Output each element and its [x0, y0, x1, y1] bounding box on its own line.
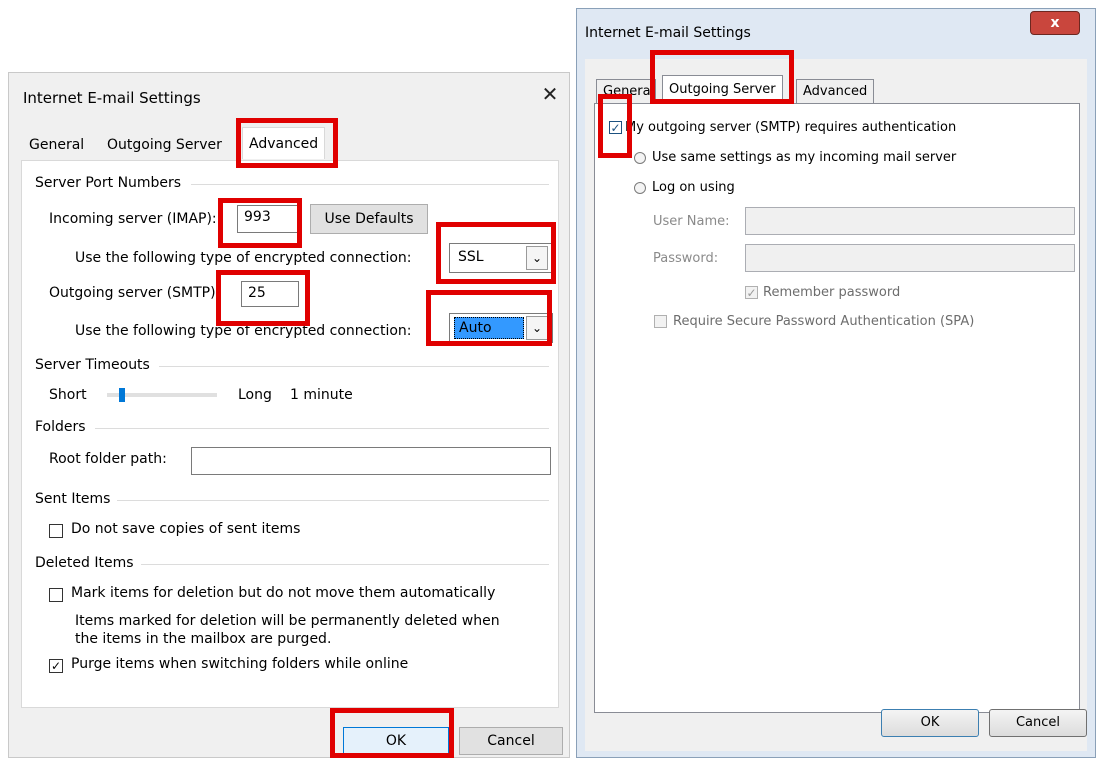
- use-same-settings-label: Use same settings as my incoming mail se…: [652, 150, 957, 165]
- password-label: Password:: [653, 251, 719, 266]
- purge-items-checkbox[interactable]: ✓: [49, 659, 63, 673]
- cancel-button[interactable]: Cancel: [989, 709, 1087, 737]
- sent-items-label: Sent Items: [35, 491, 111, 507]
- deleted-items-label: Deleted Items: [35, 555, 134, 571]
- right-settings-dialog: Internet E-mail Settings x General Outgo…: [576, 8, 1096, 758]
- highlight-outgoing-server-tab: [650, 50, 794, 104]
- log-on-using-label: Log on using: [652, 180, 735, 195]
- tab-general[interactable]: General: [23, 131, 90, 159]
- checkmark-icon: ✓: [50, 659, 62, 673]
- highlight-incoming-port: [218, 198, 302, 248]
- highlight-advanced-tab: [236, 118, 338, 168]
- deletion-note-line2: the items in the mailbox are purged.: [75, 631, 332, 647]
- close-icon[interactable]: ✕: [537, 81, 563, 107]
- remember-password-label: Remember password: [763, 285, 901, 300]
- incoming-encryption-label: Use the following type of encrypted conn…: [75, 250, 412, 266]
- password-input[interactable]: [745, 244, 1075, 272]
- spa-label: Require Secure Password Authentication (…: [673, 314, 975, 329]
- incoming-server-label: Incoming server (IMAP):: [49, 211, 217, 227]
- highlight-requires-auth-checkbox: [598, 94, 632, 158]
- remember-password-checkbox[interactable]: ✓: [745, 286, 758, 299]
- timeout-short-label: Short: [49, 387, 87, 403]
- tab-advanced[interactable]: Advanced: [796, 79, 875, 103]
- group-divider: [191, 184, 549, 185]
- username-label: User Name:: [653, 214, 730, 229]
- group-divider: [159, 366, 549, 367]
- timeout-value: 1 minute: [290, 387, 353, 403]
- highlight-incoming-encryption: [436, 222, 556, 284]
- highlight-outgoing-encryption: [426, 290, 552, 346]
- spa-checkbox[interactable]: [654, 315, 667, 328]
- dialog-title: Internet E-mail Settings: [585, 25, 751, 41]
- server-port-numbers-label: Server Port Numbers: [35, 175, 182, 191]
- highlight-ok-button: [330, 708, 454, 758]
- log-on-using-radio[interactable]: [634, 182, 646, 194]
- group-divider: [95, 428, 549, 429]
- deletion-note-line1: Items marked for deletion will be perman…: [75, 613, 500, 629]
- tab-outgoing-server[interactable]: Outgoing Server: [101, 131, 228, 159]
- outgoing-server-label: Outgoing server (SMTP):: [49, 285, 221, 301]
- left-settings-dialog: Internet E-mail Settings ✕ General Outgo…: [8, 72, 570, 758]
- folders-label: Folders: [35, 419, 86, 435]
- root-folder-label: Root folder path:: [49, 451, 167, 467]
- username-input[interactable]: [745, 207, 1075, 235]
- group-divider: [117, 500, 549, 501]
- timeout-slider-thumb[interactable]: [119, 388, 125, 402]
- cancel-button[interactable]: Cancel: [459, 727, 563, 755]
- requires-auth-label: My outgoing server (SMTP) requires authe…: [625, 120, 957, 135]
- close-icon[interactable]: x: [1030, 11, 1080, 35]
- use-same-settings-radio[interactable]: [634, 152, 646, 164]
- group-divider: [141, 564, 549, 565]
- mark-for-deletion-checkbox[interactable]: [49, 588, 63, 602]
- timeout-long-label: Long: [238, 387, 272, 403]
- ok-button[interactable]: OK: [881, 709, 979, 737]
- highlight-outgoing-port: [216, 270, 310, 326]
- dont-save-sent-label: Do not save copies of sent items: [71, 521, 301, 537]
- server-timeouts-label: Server Timeouts: [35, 357, 150, 373]
- root-folder-input[interactable]: [191, 447, 551, 475]
- purge-items-label: Purge items when switching folders while…: [71, 656, 409, 672]
- dont-save-sent-checkbox[interactable]: [49, 524, 63, 538]
- checkmark-icon: ✓: [746, 286, 757, 300]
- dialog-title: Internet E-mail Settings: [23, 89, 201, 107]
- mark-for-deletion-label: Mark items for deletion but do not move …: [71, 585, 496, 601]
- use-defaults-button[interactable]: Use Defaults: [310, 204, 428, 234]
